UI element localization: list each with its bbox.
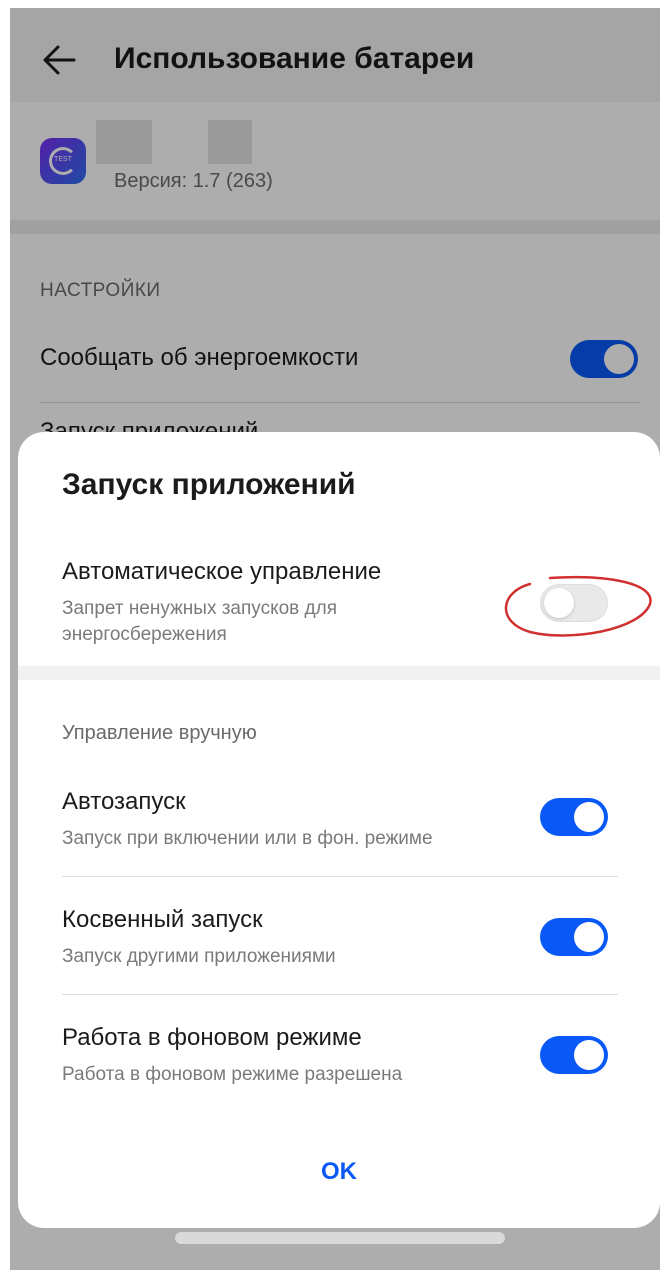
app-launch-dialog: Запуск приложений Автоматическое управле…: [18, 432, 660, 1228]
indirect-launch-title: Косвенный запуск: [62, 906, 263, 933]
home-indicator[interactable]: [175, 1232, 505, 1244]
ok-button[interactable]: OK: [239, 1144, 439, 1200]
auto-management-subtitle: Запрет ненужных запусков для энергосбере…: [62, 598, 337, 645]
autostart-title: Автозапуск: [62, 788, 186, 815]
autostart-toggle[interactable]: [540, 798, 608, 836]
manual-control-caption: Управление вручную: [62, 722, 257, 744]
toggle-knob: [574, 802, 604, 832]
autostart-subtitle: Запуск при включении или в фон. режиме: [62, 828, 433, 849]
indirect-launch-toggle[interactable]: [540, 918, 608, 956]
dialog-title: Запуск приложений: [62, 468, 356, 501]
toggle-knob: [574, 922, 604, 952]
toggle-knob: [574, 1040, 604, 1070]
divider: [62, 876, 618, 877]
auto-management-title: Автоматическое управление: [62, 558, 382, 585]
indirect-launch-subtitle: Запуск другими приложениями: [62, 946, 336, 967]
divider: [62, 994, 618, 995]
red-annotation-circle: [504, 575, 652, 637]
background-run-toggle[interactable]: [540, 1036, 608, 1074]
dialog-section-gap: [18, 666, 660, 680]
background-run-title: Работа в фоновом режиме: [62, 1024, 362, 1051]
background-run-subtitle: Работа в фоновом режиме разрешена: [62, 1064, 403, 1085]
